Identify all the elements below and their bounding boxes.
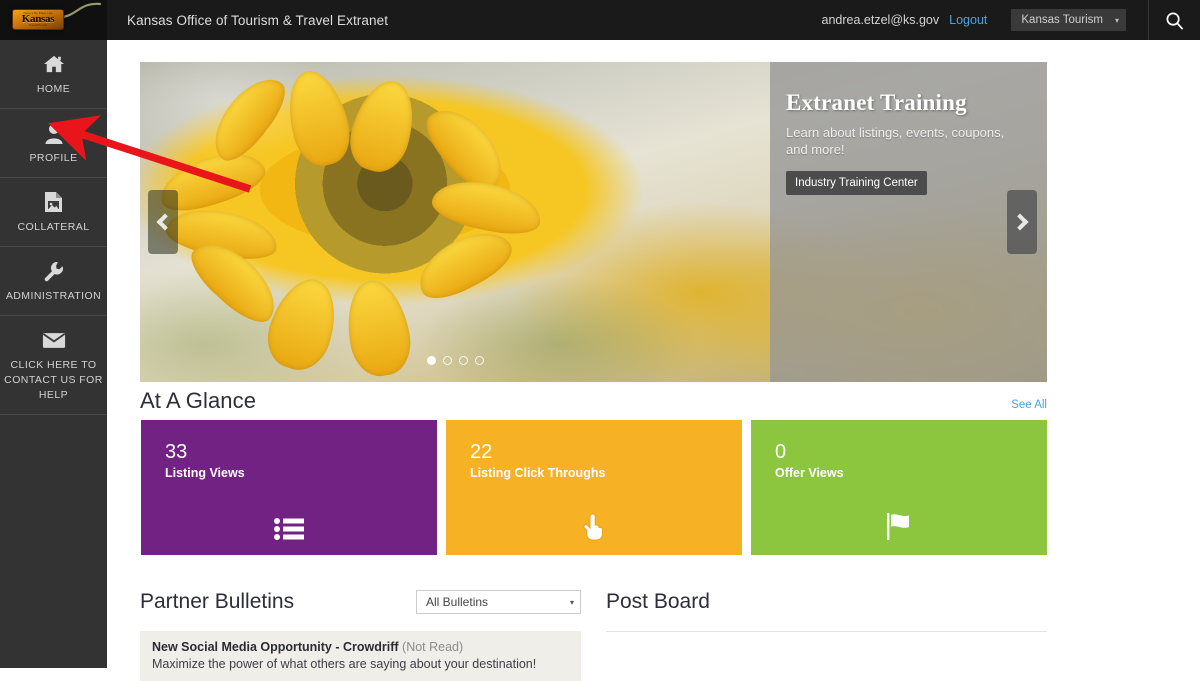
carousel-dots (140, 356, 770, 365)
carousel-dot-3[interactable] (458, 356, 468, 365)
sidebar-item-administration[interactable]: ADMINISTRATION (0, 247, 107, 316)
stat-card-listing-views[interactable]: 33 Listing Views (141, 420, 437, 555)
chevron-down-icon: ▾ (569, 597, 574, 607)
main-content: Extranet Training Learn about listings, … (107, 40, 1200, 681)
home-icon (43, 53, 65, 75)
hero-carousel[interactable]: Extranet Training Learn about listings, … (140, 62, 1047, 382)
partner-bulletins-panel: Partner Bulletins All Bulletins ▾ New So… (140, 585, 581, 681)
search-icon (1166, 12, 1183, 29)
post-board-title: Post Board (606, 590, 710, 613)
organization-selector[interactable]: Kansas Tourism ▾ (1011, 9, 1126, 31)
top-bar: There's No Place Like Kansas TravelKS.co… (0, 0, 1200, 40)
hero-subtitle: Learn about listings, events, coupons, a… (786, 125, 1005, 157)
list-icon (141, 517, 437, 541)
carousel-dot-1[interactable] (426, 356, 436, 365)
partner-bulletins-title: Partner Bulletins (140, 590, 295, 613)
stat-value: 33 (165, 441, 188, 463)
sidebar-item-label: HOME (36, 83, 71, 95)
user-icon (44, 122, 64, 144)
flag-icon (751, 511, 1047, 541)
chevron-left-icon (156, 213, 174, 231)
site-logo[interactable]: There's No Place Like Kansas TravelKS.co… (0, 0, 107, 40)
logo-tagline-top: There's No Place Like (23, 12, 53, 15)
list-item[interactable]: New Social Media Opportunity - Crowdriff… (140, 631, 581, 681)
bulletin-title: New Social Media Opportunity - Crowdriff… (152, 640, 569, 654)
sidebar-item-label: CLICK HERE TO CONTACT US FOR HELP (4, 359, 103, 401)
post-board-divider (606, 631, 1047, 632)
pointing-hand-icon (446, 511, 742, 541)
envelope-icon (42, 329, 66, 351)
carousel-prev-button[interactable] (148, 190, 178, 254)
logo-tagline-bottom: TravelKS.com (28, 24, 48, 27)
logout-link[interactable]: Logout (949, 13, 987, 27)
stat-card-group: 33 Listing Views 22 Listing Click Throug… (141, 420, 1047, 555)
hero-title: Extranet Training (786, 90, 967, 115)
carousel-next-button[interactable] (1007, 190, 1037, 254)
sidebar-item-label: ADMINISTRATION (5, 290, 102, 302)
kansas-tag-icon: There's No Place Like Kansas TravelKS.co… (12, 9, 64, 30)
sidebar-nav: HOME PROFILE COLLATERAL ADMINISTRATION C… (0, 40, 107, 668)
sidebar-item-label: PROFILE (29, 152, 78, 164)
stat-value: 0 (775, 441, 787, 463)
stat-card-offer-views[interactable]: 0 Offer Views (751, 420, 1047, 555)
bulletins-filter-select[interactable]: All Bulletins ▾ (416, 590, 581, 614)
wrench-icon (43, 260, 64, 282)
stat-value: 22 (470, 441, 493, 463)
post-board-panel: Post Board (606, 585, 1047, 681)
at-a-glance-header: At A Glance See All (140, 388, 1047, 414)
stat-label: Offer Views (775, 466, 844, 480)
sidebar-item-label: COLLATERAL (17, 221, 90, 233)
topbar-right-group: andrea.etzel@ks.gov Logout Kansas Touris… (822, 0, 1200, 40)
bulletins-filter-value: All Bulletins (426, 595, 489, 609)
sidebar-item-home[interactable]: HOME (0, 40, 107, 109)
stat-label: Listing Views (165, 466, 245, 480)
page-title: At A Glance (140, 388, 257, 413)
chevron-right-icon (1011, 213, 1029, 231)
sidebar-item-contact-help[interactable]: CLICK HERE TO CONTACT US FOR HELP (0, 316, 107, 415)
industry-training-center-button[interactable]: Industry Training Center (786, 171, 927, 195)
chevron-down-icon: ▾ (1114, 15, 1119, 25)
stat-card-listing-click-throughs[interactable]: 22 Listing Click Throughs (446, 420, 742, 555)
partner-bulletins-header: Partner Bulletins All Bulletins ▾ (140, 585, 581, 619)
stat-label: Listing Click Throughs (470, 466, 606, 480)
carousel-dot-4[interactable] (474, 356, 484, 365)
sidebar-item-profile[interactable]: PROFILE (0, 109, 107, 178)
image-document-icon (44, 191, 63, 213)
bottom-columns: Partner Bulletins All Bulletins ▾ New So… (140, 585, 1047, 681)
bulletin-description: Maximize the power of what others are sa… (152, 657, 537, 671)
search-button[interactable] (1148, 0, 1200, 40)
post-board-header: Post Board (606, 585, 1047, 619)
app-title: Kansas Office of Tourism & Travel Extran… (127, 12, 389, 28)
carousel-dot-2[interactable] (442, 356, 452, 365)
see-all-link[interactable]: See All (1011, 399, 1047, 411)
hero-slide-panel: Extranet Training Learn about listings, … (770, 62, 1047, 382)
organization-selected-label: Kansas Tourism (1021, 14, 1103, 26)
sidebar-item-collateral[interactable]: COLLATERAL (0, 178, 107, 247)
bulletin-title-text: New Social Media Opportunity - Crowdriff (152, 640, 399, 654)
bulletin-read-state: (Not Read) (402, 640, 464, 654)
user-email: andrea.etzel@ks.gov (821, 13, 940, 27)
